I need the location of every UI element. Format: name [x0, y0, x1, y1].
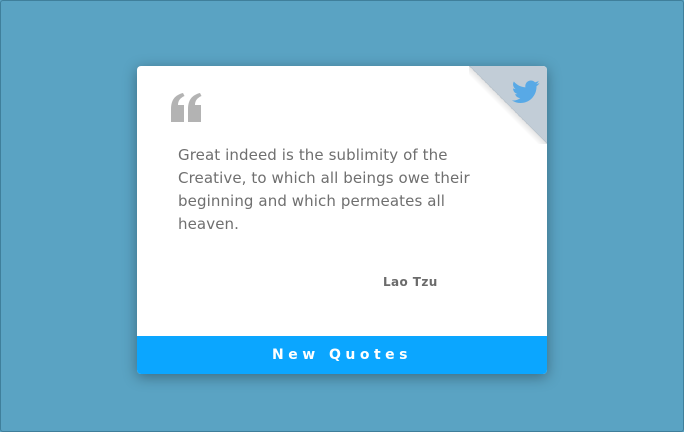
new-quote-button[interactable]: New Quotes: [137, 336, 547, 374]
twitter-icon[interactable]: [512, 80, 540, 104]
quote-author: Lao Tzu: [383, 275, 438, 289]
quote-card: Great indeed is the sublimity of the Cre…: [137, 66, 547, 374]
quote-mark-icon: [171, 93, 202, 122]
quote-text: Great indeed is the sublimity of the Cre…: [178, 146, 470, 233]
tweet-corner[interactable]: [469, 66, 547, 144]
